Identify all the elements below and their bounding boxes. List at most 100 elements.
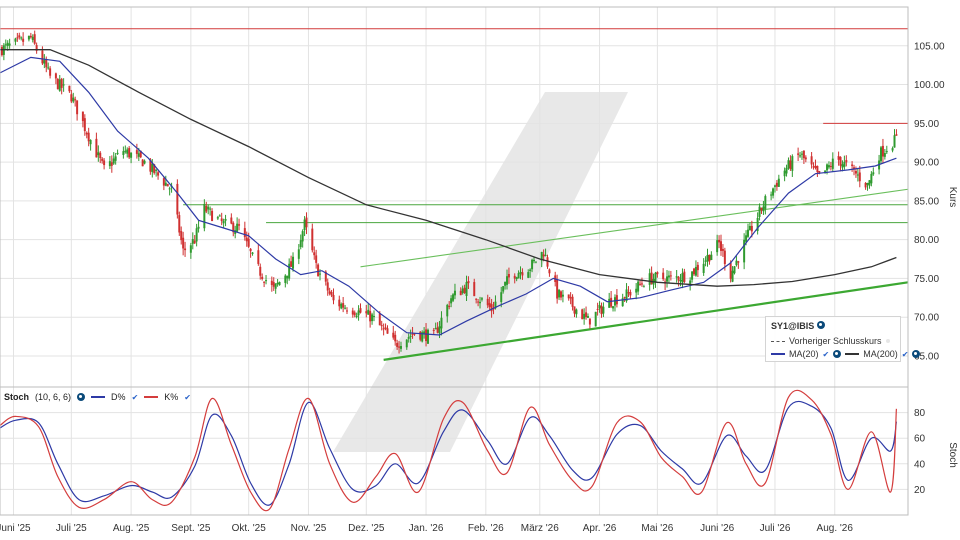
candle-body: [839, 156, 842, 166]
candle-body: [340, 303, 343, 309]
candle-body: [459, 290, 462, 296]
candle-body: [559, 291, 562, 298]
candle-body: [561, 294, 564, 297]
candle-body: [594, 311, 597, 327]
checkmark-icon[interactable]: ✔: [132, 393, 139, 402]
candle-body: [772, 188, 775, 196]
candle-body: [598, 304, 601, 309]
candle-body: [585, 312, 588, 318]
candle-body: [521, 272, 524, 276]
info-icon[interactable]: [912, 350, 921, 358]
candle-body: [351, 310, 354, 315]
checkmark-icon[interactable]: ✔: [902, 350, 909, 359]
candle-body: [211, 210, 214, 222]
candle-body: [114, 156, 117, 161]
candle-body: [648, 273, 651, 285]
candle-body: [224, 218, 227, 221]
candle-body: [126, 149, 129, 154]
candle-body: [864, 182, 867, 188]
candle-body: [791, 156, 794, 171]
candle-body: [164, 182, 167, 186]
info-icon[interactable]: [833, 350, 842, 358]
toggle-dot-icon[interactable]: [885, 339, 890, 343]
candle-body: [130, 152, 133, 158]
candle-body: [261, 276, 264, 279]
candle-body: [750, 225, 753, 232]
candle-body: [62, 84, 65, 86]
candle-body: [425, 329, 428, 342]
candle-body: [465, 282, 468, 296]
candle-body: [216, 217, 219, 219]
candle-body: [666, 276, 669, 282]
candle-body: [182, 237, 185, 249]
candle-body: [394, 334, 397, 342]
candle-body: [27, 35, 30, 40]
candle-body: [569, 297, 572, 299]
stoch-tick-label: 20: [914, 485, 926, 496]
candle-body: [16, 37, 19, 39]
legend-swatch-k: [144, 396, 159, 398]
candle-body: [515, 277, 518, 280]
candle-body: [168, 188, 171, 190]
candle-body: [143, 160, 146, 164]
price-legend: SY1@IBIS Vorheriger Schlusskurs MA(20) ✔…: [765, 316, 921, 362]
candle-body: [303, 219, 306, 231]
candle-body: [45, 60, 48, 68]
candle-body: [586, 316, 589, 318]
price-tick-label: 100.00: [914, 80, 945, 91]
legend-label-k: K%: [164, 392, 179, 402]
date-tick-label: Apr. '26: [583, 523, 617, 534]
candle-body: [529, 269, 532, 272]
candle-body: [452, 294, 455, 301]
info-icon[interactable]: [816, 321, 825, 329]
candle-body: [99, 152, 102, 159]
candle-body: [311, 228, 314, 251]
candle-body: [883, 153, 886, 157]
candle-body: [43, 60, 46, 64]
price-tick-label: 70.00: [914, 313, 939, 324]
candle-body: [775, 182, 778, 187]
chart-canvas: 65.0070.0075.0080.0085.0090.0095.00100.0…: [0, 6, 958, 534]
candle-body: [384, 327, 387, 329]
candle-body: [257, 250, 260, 264]
candle-body: [326, 282, 329, 291]
candle-body: [642, 286, 645, 288]
candle-body: [319, 273, 322, 275]
legend-instrument: SY1@IBIS: [771, 321, 815, 331]
candle-body: [723, 250, 726, 265]
candle-body: [760, 207, 763, 211]
legend-title-row: SY1@IBIS: [771, 321, 825, 331]
price-tick-label: 85.00: [914, 196, 939, 207]
candlesticks: [0, 30, 898, 354]
candle-body: [54, 73, 57, 79]
candle-body: [546, 257, 549, 267]
candle-body: [396, 342, 399, 347]
candle-body: [477, 301, 480, 303]
candle-body: [868, 180, 871, 186]
candle-body: [710, 254, 713, 260]
candle-body: [434, 328, 437, 330]
candle-body: [243, 228, 246, 238]
candle-body: [602, 306, 605, 314]
legend-row-ma: MA(20) ✔ MA(200) ✔: [771, 349, 921, 359]
candle-body: [573, 306, 576, 314]
candle-body: [885, 151, 888, 153]
candle-body: [101, 158, 104, 161]
candle-body: [731, 270, 734, 282]
candle-body: [656, 272, 659, 275]
candle-body: [716, 240, 719, 253]
checkmark-icon[interactable]: ✔: [823, 350, 830, 359]
candle-body: [841, 164, 844, 168]
candle-body: [696, 264, 699, 271]
candle-body: [332, 294, 335, 301]
candle-body: [344, 307, 347, 309]
stoch-legend: Stoch (10, 6, 6) D% ✔ K% ✔: [4, 392, 191, 402]
checkmark-icon[interactable]: ✔: [184, 393, 191, 402]
candle-body: [600, 305, 603, 315]
candle-body: [346, 310, 349, 312]
candle-body: [881, 145, 884, 157]
info-icon[interactable]: [77, 393, 86, 401]
candle-body: [556, 279, 559, 299]
candle-body: [681, 273, 684, 283]
candle-body: [29, 35, 32, 38]
